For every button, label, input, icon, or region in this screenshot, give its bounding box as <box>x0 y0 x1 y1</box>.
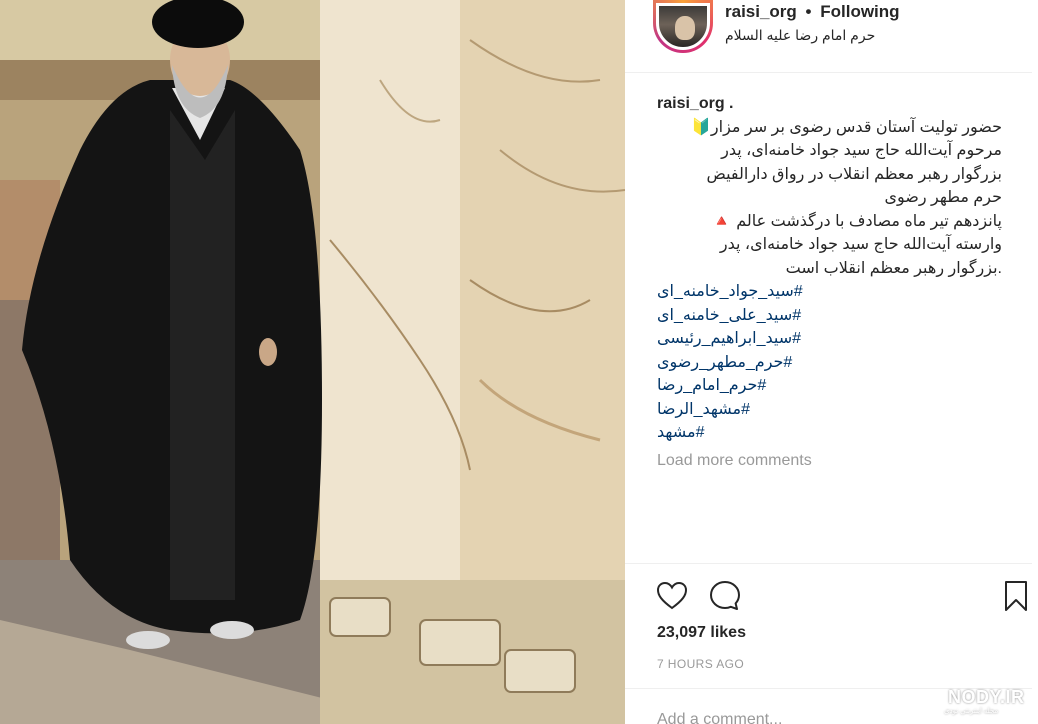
actions-divider <box>625 563 1032 564</box>
caption-line: حضور تولیت آستان قدس رضوی بر سر مزار🔰 <box>691 118 1002 136</box>
bookmark-icon[interactable] <box>999 579 1033 613</box>
hashtag-link[interactable]: #سید_علی_خامنه_ای <box>657 304 1002 328</box>
speech-bubble-icon[interactable] <box>708 579 742 613</box>
load-more-comments-button[interactable]: Load more comments <box>657 452 812 470</box>
separator-dot: • <box>805 2 812 21</box>
post-header: raisi_org • Following حرم امام رضا علیه … <box>625 0 1032 73</box>
username-link[interactable]: raisi_org <box>725 2 797 21</box>
caption-line: حرم مطهر رضوی <box>884 189 1002 206</box>
heart-icon[interactable] <box>655 579 689 613</box>
following-button[interactable]: Following <box>820 2 899 21</box>
hashtag-link[interactable]: #حرم_مطهر_رضوی <box>657 351 1002 375</box>
post-timestamp[interactable]: 7 HOURS AGO <box>657 657 744 671</box>
caption-line: .بزرگوار رهبر معظم انقلاب است <box>785 259 1002 277</box>
location-link[interactable]: حرم امام رضا علیه السلام <box>725 27 875 44</box>
watermark-logo: NODY.IR <box>948 687 1025 707</box>
likes-count[interactable]: 23,097 likes <box>657 624 746 642</box>
caption-line: وارسته آیت‌الله حاج سید جواد خامنه‌ای، پ… <box>719 236 1002 253</box>
hashtag-link[interactable]: #سید_ابراهیم_رئیسی <box>657 327 1002 351</box>
username-row: raisi_org • Following <box>725 2 900 22</box>
post-sidebar: raisi_org • Following حرم امام رضا علیه … <box>625 0 1038 724</box>
caption-line: پانزدهم تیر ماه مصادف با درگذشت عالم 🔺 <box>711 212 1002 230</box>
comment-input[interactable] <box>657 708 987 724</box>
avatar-story-ring[interactable] <box>653 0 713 53</box>
hashtag-link[interactable]: #سید_جواد_خامنه_ای <box>657 280 1002 304</box>
hashtag-link[interactable]: #مشهد_الرضا <box>657 398 1002 422</box>
post-caption: raisi_org . حضور تولیت آستان قدس رضوی بر… <box>657 92 1002 445</box>
watermark-subtitle: مجله اینترنتی نودی <box>944 708 999 715</box>
caption-line: مرحوم آیت‌الله حاج سید جواد خامنه‌ای، پد… <box>721 142 1002 159</box>
post-photo[interactable] <box>0 0 625 724</box>
hashtag-link[interactable]: #حرم_امام_رضا <box>657 374 1002 398</box>
photo-illustration <box>0 0 625 724</box>
hashtag-link[interactable]: #مشهد <box>657 421 1002 445</box>
caption-owner[interactable]: raisi_org . <box>657 92 1002 116</box>
avatar[interactable] <box>656 3 710 50</box>
caption-line: بزرگوار رهبر معظم انقلاب در رواق دارالفی… <box>706 165 1002 183</box>
